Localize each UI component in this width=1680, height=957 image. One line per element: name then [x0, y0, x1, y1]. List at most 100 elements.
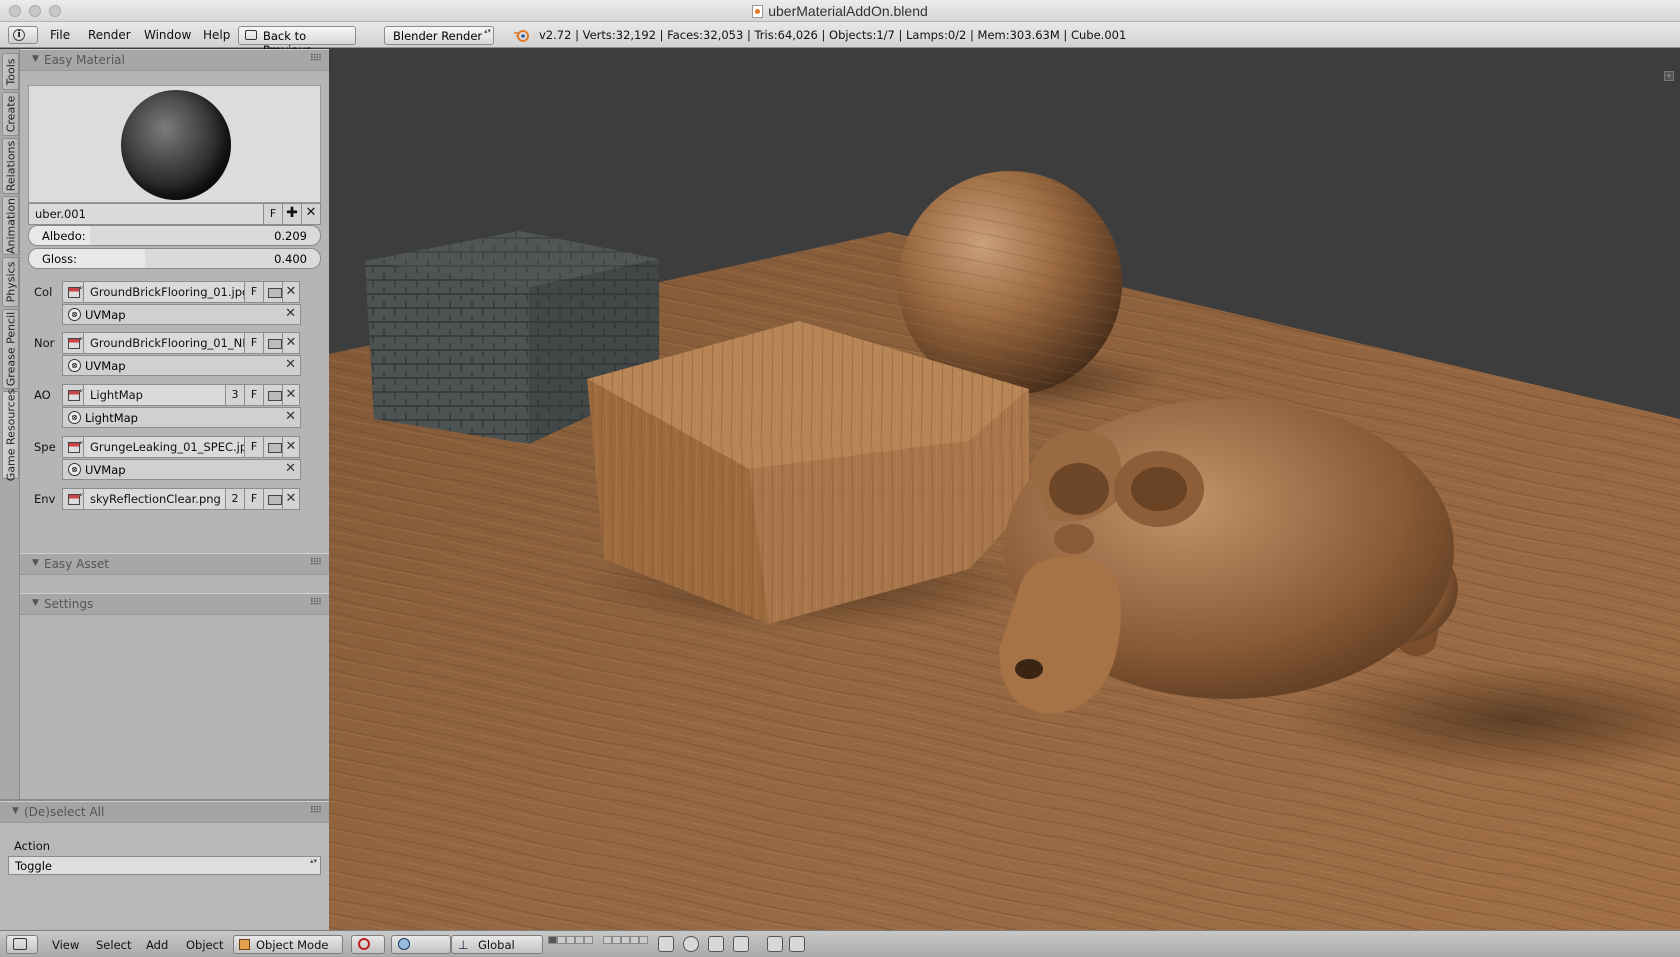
clear-uv-icon[interactable]: ✕ [285, 461, 296, 476]
unlink-image-button[interactable]: ✕ [282, 488, 300, 510]
material-fake-user-button[interactable]: F [263, 203, 283, 225]
tab-game-resources-label: Game Resources [4, 388, 17, 482]
proportional-edit-icon[interactable] [683, 936, 699, 952]
tab-tools[interactable]: Tools [2, 53, 19, 90]
tex-slot-label: Nor [34, 336, 55, 350]
tex-image-field[interactable]: GrungeLeaking_01_SPEC.jpg [83, 436, 245, 458]
orientation-value: Global [478, 938, 515, 952]
layer-6[interactable] [603, 936, 612, 944]
menu-render[interactable]: Render [88, 28, 131, 42]
drag-handle-icon[interactable]: ⠿⠿ [310, 806, 322, 816]
menu-help[interactable]: Help [203, 28, 230, 42]
layer-2[interactable] [557, 936, 566, 944]
interaction-mode-select[interactable]: Object Mode [233, 935, 343, 954]
action-select[interactable]: Toggle [8, 856, 321, 875]
image-browse-button[interactable] [62, 436, 84, 458]
open-image-folder-icon[interactable] [263, 384, 283, 406]
tab-game-resources[interactable]: Game Resources [2, 388, 19, 482]
menu-object[interactable]: Object [186, 938, 223, 952]
layer-8[interactable] [621, 936, 630, 944]
menu-view[interactable]: View [52, 938, 79, 952]
uv-map-field[interactable]: ⊗ UVMap ✕ [62, 459, 301, 480]
tex-fake-user-button[interactable]: F [244, 436, 264, 458]
uv-map-field[interactable]: ⊗ UVMap ✕ [62, 304, 301, 325]
menu-select[interactable]: Select [96, 938, 131, 952]
tab-animation[interactable]: Animation [2, 196, 19, 255]
viewport-corner-widget[interactable]: + [1664, 71, 1674, 81]
clear-uv-icon[interactable]: ✕ [285, 306, 296, 321]
open-image-folder-icon[interactable] [263, 332, 283, 354]
tex-fake-user-button[interactable]: F [244, 281, 264, 303]
tab-grease-pencil[interactable]: Grease Pencil [2, 309, 19, 389]
render-opengl-icon[interactable] [767, 936, 783, 952]
menu-add[interactable]: Add [146, 938, 168, 952]
layer-3[interactable] [566, 936, 575, 944]
editor-type-button[interactable]: i [8, 26, 38, 44]
image-browse-button[interactable] [62, 384, 84, 406]
tex-fake-user-button[interactable]: F [244, 332, 264, 354]
tex-image-field[interactable]: skyReflectionClear.png [83, 488, 226, 510]
unlink-image-button[interactable]: ✕ [282, 436, 300, 458]
tab-relations[interactable]: Relations [2, 138, 19, 194]
layer-7[interactable] [612, 936, 621, 944]
gloss-slider[interactable]: Gloss: 0.400 [28, 248, 321, 269]
lock-camera-icon[interactable] [658, 936, 674, 952]
viewport-shading-select[interactable] [351, 935, 385, 954]
material-name-field[interactable]: uber.001 [28, 203, 264, 225]
open-image-folder-icon[interactable] [263, 281, 283, 303]
snap-icon[interactable] [708, 936, 724, 952]
pivot-manipulator-buttons[interactable] [391, 935, 451, 954]
albedo-slider[interactable]: Albedo: 0.209 [28, 225, 321, 246]
drag-handle-icon[interactable]: ⠿⠿ [310, 598, 322, 608]
back-to-previous-button[interactable]: Back to Previous [238, 26, 356, 57]
unlink-image-button[interactable]: ✕ [282, 332, 300, 354]
clear-uv-icon[interactable]: ✕ [285, 357, 296, 372]
unlink-image-button[interactable]: ✕ [282, 281, 300, 303]
open-image-folder-icon[interactable] [263, 488, 283, 510]
tex-image-field[interactable]: GroundBrickFlooring_01.jpg [83, 281, 245, 303]
easy-material-header[interactable]: Easy Material ⠿⠿ [20, 49, 329, 71]
unlink-material-button[interactable]: ✕ [301, 203, 321, 225]
image-browse-button[interactable] [62, 281, 84, 303]
tex-users-count[interactable]: 3 [225, 384, 245, 406]
uv-map-field[interactable]: ⊗ LightMap ✕ [62, 407, 301, 428]
menu-file[interactable]: File [50, 28, 70, 42]
layer-5[interactable] [584, 936, 593, 944]
drag-handle-icon[interactable]: ⠿⠿ [310, 54, 322, 64]
unlink-image-button[interactable]: ✕ [282, 384, 300, 406]
layer-4[interactable] [575, 936, 584, 944]
easy-material-title: Easy Material [44, 53, 125, 67]
tex-image-field[interactable]: GroundBrickFlooring_01_NR... [83, 332, 245, 354]
layer-1[interactable] [548, 936, 557, 944]
tex-fake-user-button[interactable]: F [244, 384, 264, 406]
viewport-scene [329, 49, 1680, 930]
deselect-all-header[interactable]: (De)select All ⠿⠿ [0, 801, 329, 823]
tex-fake-user-button[interactable]: F [244, 488, 264, 510]
tex-image-field[interactable]: LightMap [83, 384, 226, 406]
drag-handle-icon[interactable]: ⠿⠿ [310, 558, 322, 568]
settings-header[interactable]: Settings ⠿⠿ [20, 593, 329, 615]
snap-element-icon[interactable] [733, 936, 749, 952]
easy-asset-header[interactable]: Easy Asset ⠿⠿ [20, 553, 329, 575]
tex-users-count[interactable]: 2 [225, 488, 245, 510]
render-engine-select[interactable]: Blender Render [384, 26, 494, 45]
transform-orientation-select[interactable]: ⊥ Global [451, 935, 543, 954]
layer-9[interactable] [630, 936, 639, 944]
clear-uv-icon[interactable]: ✕ [285, 409, 296, 424]
render-engine-value: Blender Render [393, 29, 483, 43]
new-material-button[interactable]: ✚ [282, 203, 302, 225]
render-animation-icon[interactable] [789, 936, 805, 952]
layer-10[interactable] [639, 936, 648, 944]
3d-viewport[interactable]: + [329, 49, 1680, 930]
layer-buttons-b[interactable] [603, 936, 648, 953]
open-image-folder-icon[interactable] [263, 436, 283, 458]
image-browse-button[interactable] [62, 488, 84, 510]
tab-physics[interactable]: Physics [2, 257, 19, 307]
menu-window[interactable]: Window [144, 28, 191, 42]
image-browse-button[interactable] [62, 332, 84, 354]
tab-create[interactable]: Create [2, 92, 19, 136]
info-header: i File Render Window Help Back to Previo… [0, 22, 1680, 57]
uv-map-field[interactable]: ⊗ UVMap ✕ [62, 355, 301, 376]
layer-buttons-a[interactable] [548, 936, 593, 953]
editor-type-button[interactable] [6, 935, 38, 954]
